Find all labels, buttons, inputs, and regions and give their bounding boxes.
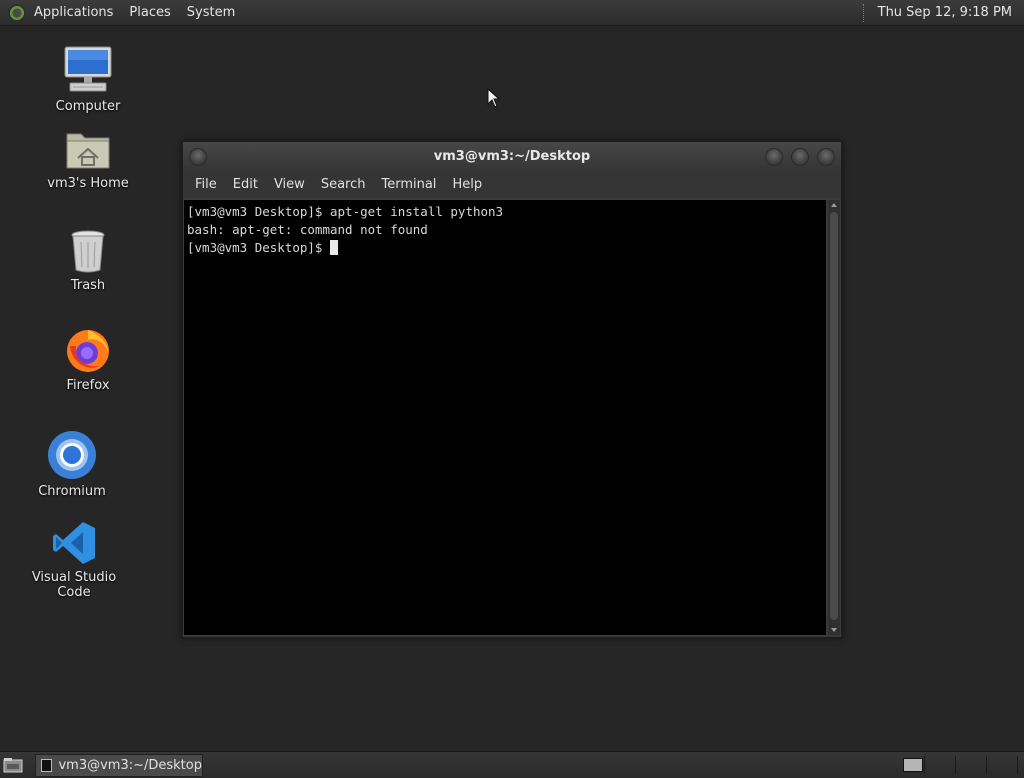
vscode-icon: [53, 522, 95, 564]
menu-view[interactable]: View: [266, 177, 313, 192]
desktop-icon-computer[interactable]: Computer: [33, 45, 143, 114]
terminal-scrollbar[interactable]: [828, 200, 840, 635]
text-cursor: [330, 240, 338, 255]
terminal-icon: [41, 759, 53, 772]
desktop-icon-label: Visual Studio Code: [31, 570, 117, 600]
taskbar-item-terminal[interactable]: vm3@vm3:~/Desktop: [35, 754, 203, 777]
desktop-icon-home[interactable]: vm3's Home: [33, 128, 143, 191]
workspace-3[interactable]: [956, 756, 987, 774]
close-button[interactable]: [817, 148, 835, 166]
desktop-icon-label: Computer: [55, 99, 121, 114]
menu-terminal[interactable]: Terminal: [373, 177, 444, 192]
desktop-icon-label: Trash: [70, 278, 106, 293]
trash-icon: [71, 230, 105, 273]
terminal-output[interactable]: [vm3@vm3 Desktop]$ apt-get install pytho…: [184, 200, 826, 635]
computer-icon: [64, 46, 112, 92]
desktop-icon-chromium[interactable]: Chromium: [17, 430, 127, 499]
terminal-menubar: File Edit View Search Terminal Help: [183, 171, 841, 198]
menu-file[interactable]: File: [187, 177, 225, 192]
show-desktop-icon[interactable]: [3, 757, 23, 773]
menu-applications[interactable]: Applications: [26, 5, 121, 20]
window-menu-button[interactable]: [189, 148, 207, 166]
workspace-switcher[interactable]: [924, 756, 1020, 774]
terminal-prompt-line: [vm3@vm3 Desktop]$: [184, 239, 826, 257]
workspace-4[interactable]: [987, 756, 1018, 774]
top-panel: Applications Places System Thu Sep 12, 9…: [0, 0, 1024, 26]
taskbar-item-label: vm3@vm3:~/Desktop: [58, 758, 202, 773]
desktop-icon-trash[interactable]: Trash: [33, 228, 143, 293]
terminal-prompt: [vm3@vm3 Desktop]$: [187, 240, 330, 255]
desktop-icon-firefox[interactable]: Firefox: [33, 326, 143, 393]
desktop-icon-label: Firefox: [66, 378, 110, 393]
terminal-line: bash: apt-get: command not found: [187, 222, 428, 237]
menu-search[interactable]: Search: [313, 177, 374, 192]
menu-places[interactable]: Places: [121, 5, 178, 20]
distro-logo-icon[interactable]: [8, 3, 26, 22]
menu-help[interactable]: Help: [444, 177, 490, 192]
chromium-icon: [48, 431, 96, 479]
scrollbar-thumb[interactable]: [830, 212, 838, 620]
mouse-pointer-icon: [487, 88, 501, 108]
desktop-icon-label: vm3's Home: [47, 176, 129, 191]
terminal-titlebar[interactable]: vm3@vm3:~/Desktop: [183, 142, 841, 171]
window-title: vm3@vm3:~/Desktop: [433, 149, 591, 164]
home-folder-icon: [66, 133, 110, 169]
scroll-down-arrow-icon[interactable]: [831, 628, 837, 632]
workspace-2[interactable]: [925, 756, 956, 774]
scroll-up-arrow-icon[interactable]: [831, 203, 837, 207]
maximize-button[interactable]: [791, 148, 809, 166]
panel-separator: [862, 3, 868, 22]
workspace-1[interactable]: [903, 758, 923, 772]
firefox-icon: [67, 330, 109, 372]
minimize-button[interactable]: [765, 148, 783, 166]
menu-system[interactable]: System: [179, 5, 243, 20]
terminal-line: [vm3@vm3 Desktop]$ apt-get install pytho…: [187, 204, 504, 219]
desktop-icon-vscode[interactable]: Visual Studio Code: [19, 520, 129, 600]
menu-edit[interactable]: Edit: [225, 177, 266, 192]
terminal-window[interactable]: vm3@vm3:~/Desktop File Edit View Search …: [182, 141, 842, 638]
bottom-panel: vm3@vm3:~/Desktop: [0, 751, 1024, 778]
clock[interactable]: Thu Sep 12, 9:18 PM: [878, 5, 1024, 20]
desktop-icon-label: Chromium: [38, 484, 106, 499]
